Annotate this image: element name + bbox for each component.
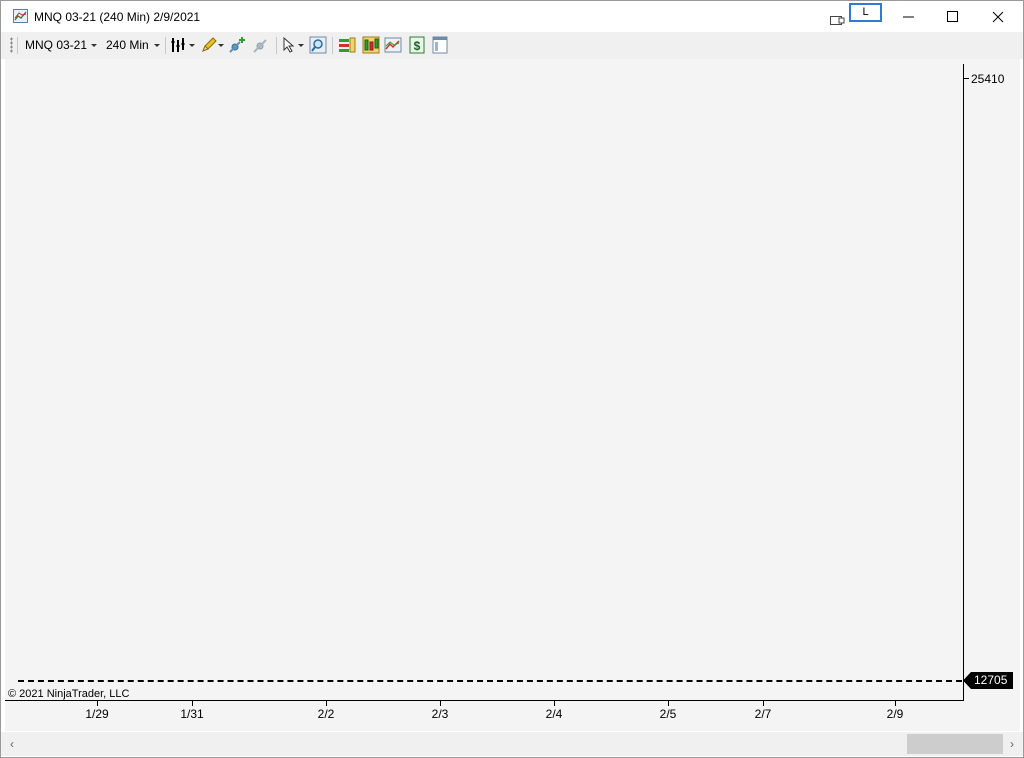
svg-text:$: $ bbox=[414, 39, 421, 53]
toolbar-separator bbox=[165, 37, 166, 54]
x-axis-tick bbox=[554, 701, 555, 706]
toolbar-separator bbox=[276, 37, 277, 54]
copyright-notice: © 2021 NinjaTrader, LLC bbox=[8, 688, 130, 700]
current-price-line bbox=[18, 680, 962, 682]
scroll-left-arrow[interactable]: ‹ bbox=[5, 737, 19, 751]
x-axis-label: 2/2 bbox=[317, 707, 335, 721]
remove-indicator-icon[interactable] bbox=[252, 36, 270, 54]
price-plot[interactable] bbox=[5, 59, 963, 700]
minimize-button[interactable] bbox=[885, 1, 931, 32]
window-title: MNQ 03-21 (240 Min) 2/9/2021 bbox=[34, 10, 201, 24]
x-axis-tick bbox=[763, 701, 764, 706]
chart-app-icon bbox=[13, 9, 28, 23]
indicators-icon[interactable] bbox=[362, 36, 380, 54]
x-axis-tick bbox=[668, 701, 669, 706]
x-axis-tick bbox=[192, 701, 193, 706]
x-axis-tick bbox=[895, 701, 896, 706]
cursor-select-icon[interactable] bbox=[281, 36, 299, 54]
x-axis-label: 1/29 bbox=[85, 707, 109, 721]
instrument-selector[interactable]: MNQ 03-21 bbox=[25, 38, 87, 52]
x-axis-label: 2/9 bbox=[886, 707, 904, 721]
drawing-pencil-icon[interactable] bbox=[200, 36, 218, 54]
chart-trader-icon[interactable] bbox=[384, 36, 402, 54]
interval-dropdown-caret[interactable] bbox=[154, 44, 160, 47]
dock-icon[interactable] bbox=[830, 12, 845, 25]
y-axis-tick bbox=[964, 78, 969, 79]
zoom-icon[interactable] bbox=[309, 36, 327, 54]
instrument-dropdown-caret[interactable] bbox=[91, 44, 97, 47]
cursor-dropdown-caret[interactable] bbox=[298, 44, 304, 47]
chart-panel[interactable] bbox=[5, 59, 1020, 731]
toolbar-grip[interactable] bbox=[10, 37, 13, 53]
x-axis-line bbox=[5, 700, 964, 701]
scroll-right-arrow[interactable]: › bbox=[1005, 737, 1019, 751]
x-axis-tick bbox=[97, 701, 98, 706]
x-axis-label: 1/31 bbox=[180, 707, 204, 721]
title-bar[interactable]: MNQ 03-21 (240 Min) 2/9/2021 L bbox=[1, 1, 1023, 32]
x-axis-label: 2/4 bbox=[545, 707, 563, 721]
x-axis-label: 2/7 bbox=[754, 707, 772, 721]
bar-style-dropdown-caret[interactable] bbox=[189, 44, 195, 47]
interval-selector[interactable]: 240 Min bbox=[106, 38, 149, 52]
drawing-dropdown-caret[interactable] bbox=[218, 44, 224, 47]
dollar-icon[interactable]: $ bbox=[408, 36, 426, 54]
close-button[interactable] bbox=[975, 1, 1021, 32]
chart-window: MNQ 03-21 (240 Min) 2/9/2021 L MNQ 03-21… bbox=[0, 0, 1024, 758]
properties-icon[interactable] bbox=[431, 36, 449, 54]
toolbar-separator bbox=[17, 37, 18, 54]
x-axis-label: 2/5 bbox=[659, 707, 677, 721]
chart-toolbar: MNQ 03-21 240 Min $ bbox=[1, 32, 1023, 59]
scrollbar-thumb[interactable] bbox=[907, 734, 1003, 754]
add-indicator-icon[interactable] bbox=[228, 36, 246, 54]
link-button[interactable]: L bbox=[849, 3, 882, 22]
current-price-marker: 12705 bbox=[963, 672, 1013, 689]
y-axis-line bbox=[963, 64, 964, 701]
bar-style-icon[interactable] bbox=[170, 36, 188, 54]
y-axis-label-top: 25410 bbox=[971, 72, 1005, 86]
x-axis-label: 2/3 bbox=[431, 707, 449, 721]
maximize-button[interactable] bbox=[929, 1, 975, 32]
x-axis-tick bbox=[326, 701, 327, 706]
horizontal-scrollbar[interactable]: ‹ › bbox=[1, 732, 1023, 756]
x-axis-tick bbox=[440, 701, 441, 706]
strategies-icon[interactable] bbox=[338, 36, 356, 54]
toolbar-separator bbox=[332, 37, 333, 54]
